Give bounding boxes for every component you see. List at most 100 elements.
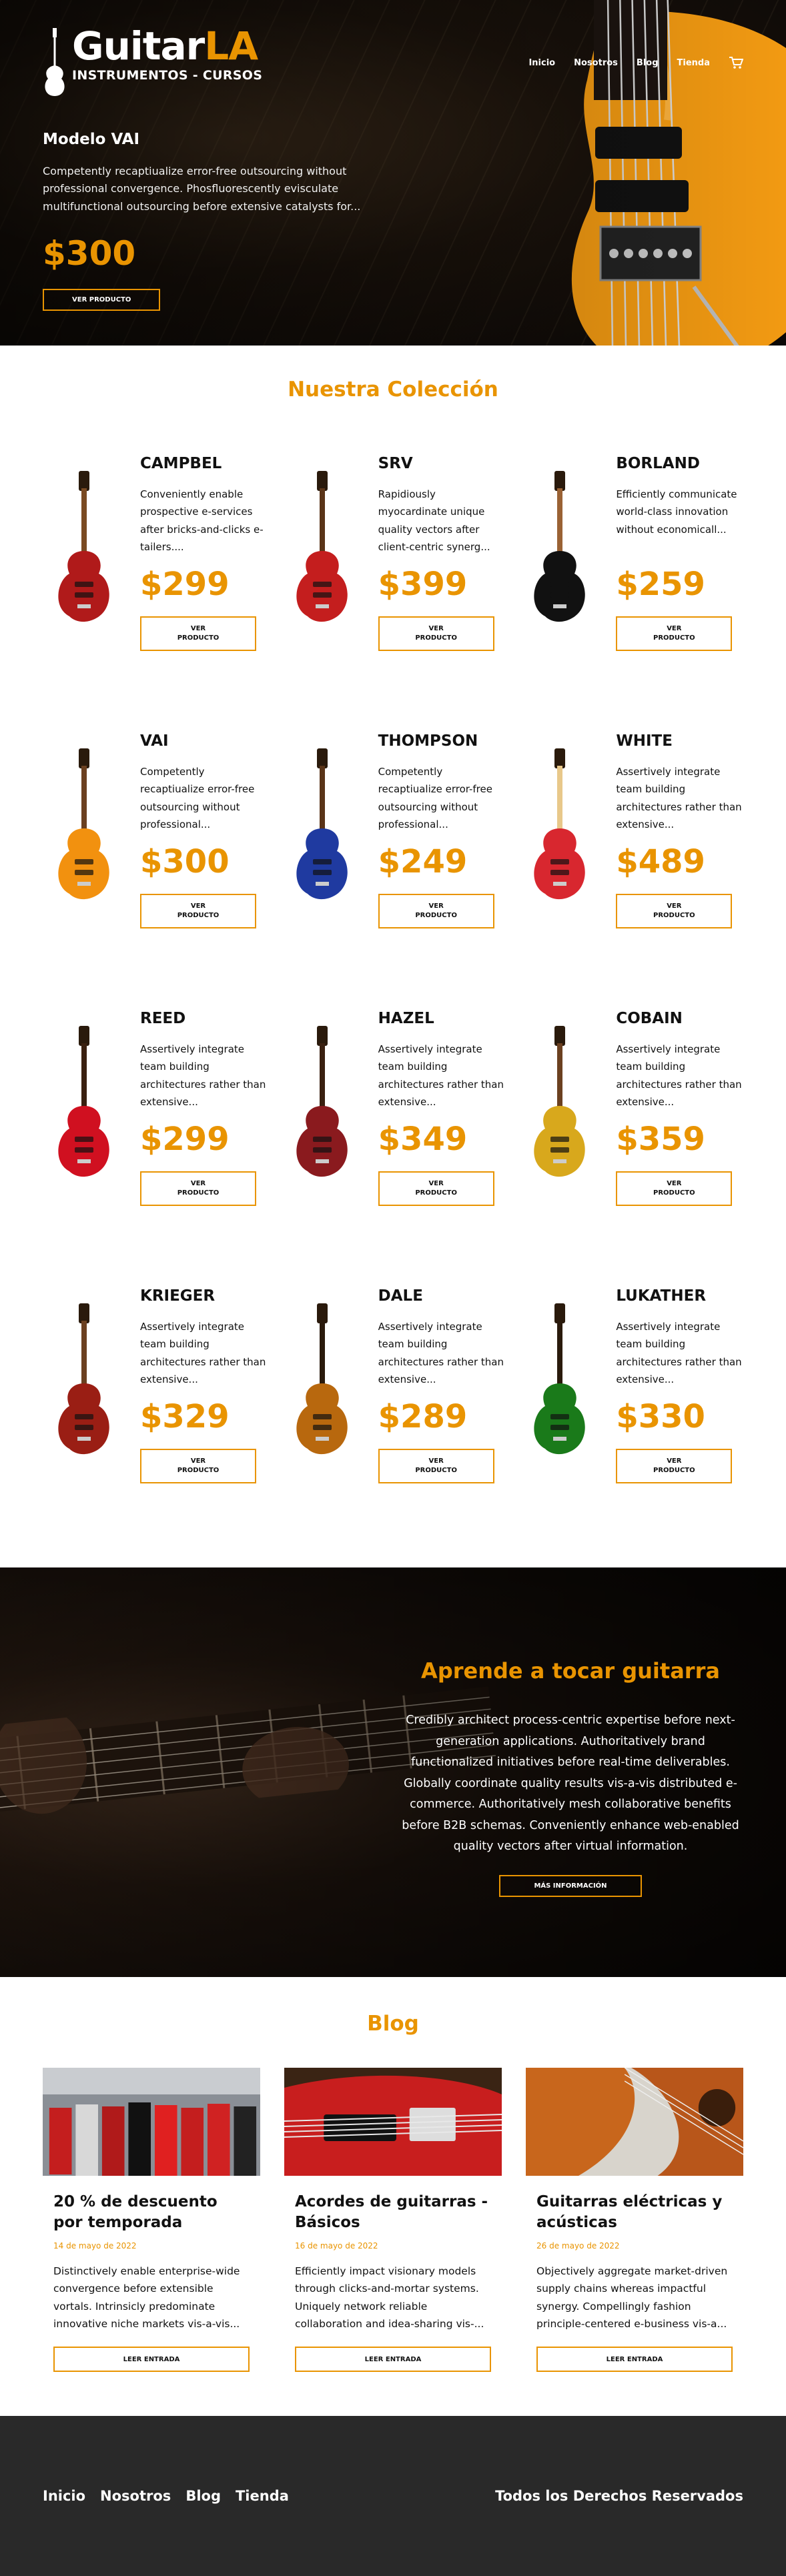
blog-post-title: Guitarras eléctricas y acústicas bbox=[536, 2193, 723, 2232]
blog-post-title: Acordes de guitarras - Básicos bbox=[295, 2193, 488, 2232]
product-name: THOMPSON bbox=[378, 732, 478, 750]
product-guitar-image[interactable] bbox=[281, 468, 364, 628]
product-price: $259 bbox=[616, 566, 705, 603]
product-description: Assertively integrate team building arch… bbox=[140, 1321, 266, 1385]
product-guitar-image[interactable] bbox=[518, 1301, 601, 1461]
product-description: Rapidiously myocardinate unique quality … bbox=[378, 488, 490, 553]
product-card: THOMPSON Competently recaptiualize error-… bbox=[281, 732, 506, 952]
cart-icon[interactable] bbox=[729, 56, 743, 69]
product-price: $299 bbox=[140, 1121, 230, 1158]
logo-main-text: Guitar bbox=[72, 23, 205, 69]
footer-link-nosotros[interactable]: Nosotros bbox=[100, 2488, 171, 2504]
blog-post-excerpt: Distinctively enable enterprise-wide con… bbox=[53, 2265, 240, 2331]
product-name: COBAIN bbox=[616, 1010, 683, 1027]
view-product-button[interactable]: VER PRODUCTO bbox=[140, 1171, 256, 1206]
product-price: $330 bbox=[616, 1398, 705, 1435]
blog-post-date: 14 de mayo de 2022 bbox=[53, 2241, 137, 2250]
product-price: $329 bbox=[140, 1398, 230, 1435]
view-product-button[interactable]: VER PRODUCTO bbox=[140, 616, 256, 651]
footer-link-blog[interactable]: Blog bbox=[185, 2488, 221, 2504]
product-description: Conveniently enable prospective e-servic… bbox=[140, 488, 264, 553]
product-name: HAZEL bbox=[378, 1010, 434, 1027]
footer-link-tienda[interactable]: Tienda bbox=[236, 2488, 289, 2504]
product-name: SRV bbox=[378, 455, 413, 472]
hero-view-product-button[interactable]: VER PRODUCTO bbox=[43, 289, 161, 311]
view-product-button[interactable]: VER PRODUCTO bbox=[378, 1171, 494, 1206]
product-card: VAI Competently recaptiualize error-free … bbox=[43, 732, 268, 952]
product-description: Assertively integrate team building arch… bbox=[616, 1043, 742, 1108]
site-footer: Inicio Nosotros Blog Tienda Todos los De… bbox=[0, 2416, 786, 2576]
nav-link-nosotros[interactable]: Nosotros bbox=[574, 58, 618, 68]
blog-post-image[interactable] bbox=[43, 2068, 260, 2176]
read-post-button[interactable]: LEER ENTRADA bbox=[53, 2347, 250, 2372]
product-guitar-image[interactable] bbox=[281, 1023, 364, 1183]
product-guitar-image[interactable] bbox=[43, 1023, 125, 1183]
product-price: $300 bbox=[140, 843, 230, 880]
product-guitar-image[interactable] bbox=[518, 746, 601, 906]
logo-subtitle: INSTRUMENTOS - CURSOS bbox=[72, 68, 263, 83]
footer-nav: Inicio Nosotros Blog Tienda bbox=[43, 2488, 289, 2504]
hero-content: Modelo VAI Competently recaptiualize err… bbox=[43, 131, 376, 311]
product-card: DALE Assertively integrate team building … bbox=[281, 1287, 506, 1507]
blog-post-excerpt: Objectively aggregate market-driven supp… bbox=[536, 2265, 728, 2331]
product-price: $399 bbox=[378, 566, 468, 603]
view-product-button[interactable]: VER PRODUCTO bbox=[378, 894, 494, 928]
blog-post-title: 20 % de descuento por temporada bbox=[53, 2193, 218, 2232]
blog-post-image[interactable] bbox=[284, 2068, 502, 2176]
product-guitar-image[interactable] bbox=[43, 746, 125, 906]
read-post-button[interactable]: LEER ENTRADA bbox=[536, 2347, 733, 2372]
product-guitar-image[interactable] bbox=[518, 468, 601, 628]
product-guitar-image[interactable] bbox=[43, 468, 125, 628]
product-description: Assertively integrate team building arch… bbox=[140, 1043, 266, 1108]
product-price: $289 bbox=[378, 1398, 468, 1435]
view-product-button[interactable]: VER PRODUCTO bbox=[140, 1449, 256, 1483]
logo-accent-text: LA bbox=[204, 23, 258, 69]
hero-model-name: Modelo VAI bbox=[43, 131, 140, 148]
product-price: $299 bbox=[140, 566, 230, 603]
hero-description: Competently recaptiualize error-free out… bbox=[43, 165, 361, 213]
product-card: REED Assertively integrate team building … bbox=[43, 1010, 268, 1230]
product-guitar-image[interactable] bbox=[281, 1301, 364, 1461]
nav-link-tienda[interactable]: Tienda bbox=[677, 58, 710, 68]
nav-link-inicio[interactable]: Inicio bbox=[528, 58, 555, 68]
view-product-button[interactable]: VER PRODUCTO bbox=[140, 894, 256, 928]
product-description: Competently recaptiualize error-free out… bbox=[140, 766, 255, 830]
product-name: LUKATHER bbox=[616, 1287, 707, 1305]
product-guitar-image[interactable] bbox=[43, 1301, 125, 1461]
read-post-button[interactable]: LEER ENTRADA bbox=[295, 2347, 491, 2372]
view-product-button[interactable]: VER PRODUCTO bbox=[378, 616, 494, 651]
product-guitar-image[interactable] bbox=[281, 746, 364, 906]
course-content: Aprende a tocar guitarra Credibly archit… bbox=[394, 1658, 747, 1897]
product-name: DALE bbox=[378, 1287, 423, 1305]
product-name: VAI bbox=[140, 732, 169, 750]
hero-price: $300 bbox=[43, 234, 136, 273]
blog-post: Guitarras eléctricas y acústicas 26 de m… bbox=[526, 2067, 744, 2372]
view-product-button[interactable]: VER PRODUCTO bbox=[616, 616, 733, 651]
nav-link-blog[interactable]: Blog bbox=[637, 58, 659, 68]
site-logo[interactable]: GuitarLA INSTRUMENTOS - CURSOS bbox=[43, 27, 262, 97]
product-card: SRV Rapidiously myocardinate unique quali… bbox=[281, 455, 506, 675]
product-name: CAMPBEL bbox=[140, 455, 222, 472]
product-price: $359 bbox=[616, 1121, 705, 1158]
product-card: CAMPBEL Conveniently enable prospective e… bbox=[43, 455, 268, 675]
blog-post-image[interactable] bbox=[526, 2067, 744, 2176]
footer-link-inicio[interactable]: Inicio bbox=[43, 2488, 85, 2504]
course-title: Aprende a tocar guitarra bbox=[421, 1658, 720, 1684]
view-product-button[interactable]: VER PRODUCTO bbox=[616, 1171, 733, 1206]
view-product-button[interactable]: VER PRODUCTO bbox=[616, 1449, 733, 1483]
product-card: WHITE Assertively integrate team building… bbox=[518, 732, 743, 952]
product-guitar-image[interactable] bbox=[518, 1023, 601, 1183]
product-price: $489 bbox=[616, 843, 705, 880]
guitar-logo-icon bbox=[45, 28, 65, 96]
view-product-button[interactable]: VER PRODUCTO bbox=[616, 894, 733, 928]
more-info-button[interactable]: MÁS INFORMACIÓN bbox=[499, 1874, 642, 1897]
view-product-button[interactable]: VER PRODUCTO bbox=[378, 1449, 494, 1483]
product-name: BORLAND bbox=[616, 455, 700, 472]
product-card: KRIEGER Assertively integrate team buildi… bbox=[43, 1287, 268, 1507]
product-description: Assertively integrate team building arch… bbox=[378, 1321, 504, 1385]
product-card: BORLAND Efficiently communicate world-cla… bbox=[518, 455, 743, 675]
blog-post-date: 26 de mayo de 2022 bbox=[536, 2241, 620, 2250]
product-card: HAZEL Assertively integrate team building… bbox=[281, 1010, 506, 1230]
product-grid: CAMPBEL Conveniently enable prospective e… bbox=[43, 455, 743, 1507]
blog-post-date: 16 de mayo de 2022 bbox=[295, 2241, 378, 2250]
